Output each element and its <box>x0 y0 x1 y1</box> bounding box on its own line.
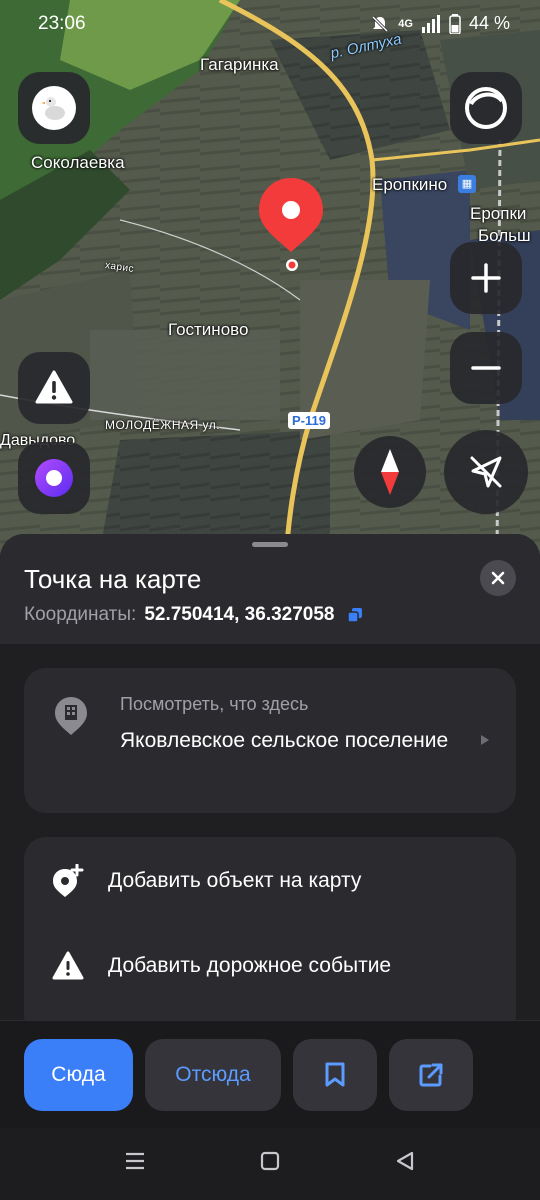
road-shield: Р-119 <box>288 412 330 429</box>
map-label-eropkino: Еропкино <box>372 175 448 194</box>
status-time: 23:06 <box>38 13 86 34</box>
place-subtitle: Посмотреть, что здесь <box>120 694 309 714</box>
avatar <box>32 86 76 130</box>
alice-icon <box>35 459 73 497</box>
back-icon[interactable] <box>394 1150 416 1172</box>
coordinates-row: Координаты: 52.750414, 36.327058 <box>24 604 363 626</box>
chevron-right-icon <box>481 735 489 745</box>
location-pin-icon[interactable] <box>257 176 325 256</box>
place-card[interactable]: Посмотреть, что здесь Яковлевское сельск… <box>24 668 516 813</box>
map-label-eropkino-right: Еропки <box>470 204 527 223</box>
battery-percent: 44 % <box>468 13 510 33</box>
sheet-title: Точка на карте <box>24 564 202 594</box>
signal-icon <box>421 14 440 33</box>
share-icon <box>419 1063 443 1087</box>
point-details-sheet: Точка на карте Координаты: 52.750414, 36… <box>0 534 540 1037</box>
warning-icon <box>52 951 84 980</box>
add-object-label: Добавить объект на карту <box>108 869 362 892</box>
profile-button[interactable] <box>18 72 90 144</box>
close-icon <box>491 571 505 585</box>
route-from-button[interactable]: Отсюда <box>145 1039 281 1111</box>
map-label-gagarinka: Гагаринка <box>200 55 279 74</box>
actions-card: Добавить объект на карту Добавить дорожн… <box>24 837 516 1037</box>
add-road-event-action[interactable]: Добавить дорожное событие <box>24 926 516 1006</box>
zoom-in-button[interactable] <box>450 242 522 314</box>
drag-handle[interactable] <box>252 542 288 547</box>
layers-button[interactable] <box>450 72 522 144</box>
sheet-header: Точка на карте Координаты: 52.750414, 36… <box>0 534 540 644</box>
network-type: 4G <box>398 17 413 30</box>
zoom-out-button[interactable] <box>450 332 522 404</box>
add-place-icon <box>53 864 84 897</box>
mute-icon <box>372 15 389 32</box>
add-road-event-label: Добавить дорожное событие <box>108 954 392 977</box>
recents-icon[interactable] <box>124 1150 146 1172</box>
bookmark-button[interactable] <box>293 1039 377 1111</box>
plus-icon <box>471 263 501 293</box>
my-location-button[interactable] <box>444 430 528 514</box>
road-events-button[interactable] <box>18 352 90 424</box>
compass-icon <box>381 449 399 495</box>
compass-button[interactable] <box>354 436 426 508</box>
status-icons: 4G 44 % <box>370 13 510 34</box>
map-label-molodezhnaya: МОЛОДЁЖНАЯ ул. <box>105 418 221 432</box>
close-button[interactable] <box>480 560 516 596</box>
route-here-button[interactable]: Сюда <box>24 1039 133 1111</box>
layers-ring-icon <box>465 87 507 129</box>
route-action-bar: Сюда Отсюда <box>0 1020 540 1128</box>
bookmark-icon <box>325 1062 345 1087</box>
status-bar: 23:06 4G 44 % <box>0 0 540 48</box>
copy-icon[interactable] <box>346 607 363 623</box>
home-icon[interactable] <box>259 1150 281 1172</box>
map-label-sokolaevka: Соколаевка <box>31 153 125 172</box>
building-pin-icon <box>55 697 87 735</box>
system-nav-bar <box>0 1128 540 1200</box>
minus-icon <box>471 366 501 370</box>
goose-avatar-icon <box>41 97 65 120</box>
warning-icon <box>35 370 73 404</box>
coordinates-label: Координаты: <box>24 604 137 625</box>
map-label-gostinovo: Гостиново <box>168 320 249 339</box>
coordinates-value[interactable]: 52.750414, 36.327058 <box>144 604 334 626</box>
pin-anchor-dot <box>286 259 298 271</box>
map-view[interactable]: Гагаринка р. Олтуха Соколаевка Еропкино … <box>0 0 540 560</box>
place-name: Яковлевское сельское поселение <box>120 729 449 752</box>
battery-icon <box>449 13 461 34</box>
share-button[interactable] <box>389 1039 473 1111</box>
add-object-action[interactable]: Добавить объект на карту <box>24 841 516 921</box>
bus-stop-icon: ▦ <box>458 175 476 193</box>
alice-assistant-button[interactable] <box>18 442 90 514</box>
location-off-icon <box>470 456 502 488</box>
